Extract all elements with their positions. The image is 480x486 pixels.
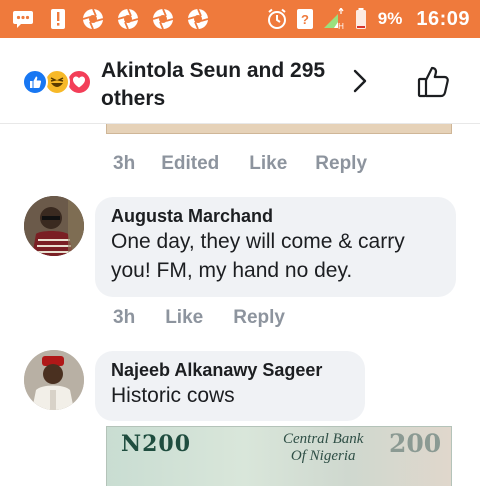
comment-time: 3h [113,307,136,328]
edited-label[interactable]: Edited [161,153,219,175]
previous-comment-image[interactable] [106,124,452,134]
clock: 16:09 [416,7,470,30]
comment-author[interactable]: Najeeb Alkanawy Sageer [111,359,349,381]
status-bar-system: ? H 9% 16:09 [266,0,470,38]
aperture-icon [82,8,104,30]
avatar[interactable] [24,196,84,256]
note-issuer: Central Bank Of Nigeria [283,431,363,465]
comment-text: One day, they will come & carry you! FM,… [111,230,405,282]
avatar[interactable] [24,350,84,410]
status-bar-notifications [0,8,209,30]
comment-bubble[interactable]: Augusta Marchand One day, they will come… [95,197,456,297]
reply-link[interactable]: Reply [315,153,367,175]
status-bar: ? H 9% 16:09 [0,0,480,38]
comment-bubble[interactable]: Najeeb Alkanawy Sageer Historic cows [95,351,365,421]
alert-icon [47,8,69,30]
sim-unknown-icon: ? [294,8,316,30]
note-issuer-line1: Central Bank [283,431,364,447]
chevron-right-icon[interactable] [349,67,371,95]
aperture-icon [187,8,209,30]
like-reaction-icon [22,69,48,95]
thumbs-up-icon[interactable] [416,65,452,99]
comment-attachment-image[interactable]: N200 Central Bank Of Nigeria 200 [106,426,452,486]
reactors-title[interactable]: Akintola Seun and 295 others [101,57,341,113]
like-link[interactable]: Like [165,307,203,329]
signal-icon: H [322,8,344,30]
reply-link[interactable]: Reply [233,307,285,329]
comment-text: Historic cows [111,384,235,407]
aperture-icon [152,8,174,30]
previous-comment-actions: 3h Edited Like Reply [113,153,367,175]
comment-actions: 3h Like Reply [113,307,285,329]
svg-text:?: ? [301,12,309,27]
note-denomination: 200 [389,429,442,458]
note-amount: N200 [121,431,192,457]
message-icon [12,8,34,30]
alarm-clock-icon [266,8,288,30]
reaction-summary [22,69,96,95]
comment-time: 3h [113,153,136,174]
reactions-header[interactable]: Akintola Seun and 295 others [0,38,480,124]
like-link[interactable]: Like [249,153,287,175]
battery-percent: 9% [377,9,403,28]
battery-icon [350,8,372,30]
svg-text:H: H [338,22,344,30]
note-issuer-line2: Of Nigeria [290,448,356,464]
aperture-icon [117,8,139,30]
comment-author[interactable]: Augusta Marchand [111,205,440,227]
reactions-sheet: Akintola Seun and 295 others 3h Edited L… [0,38,480,486]
